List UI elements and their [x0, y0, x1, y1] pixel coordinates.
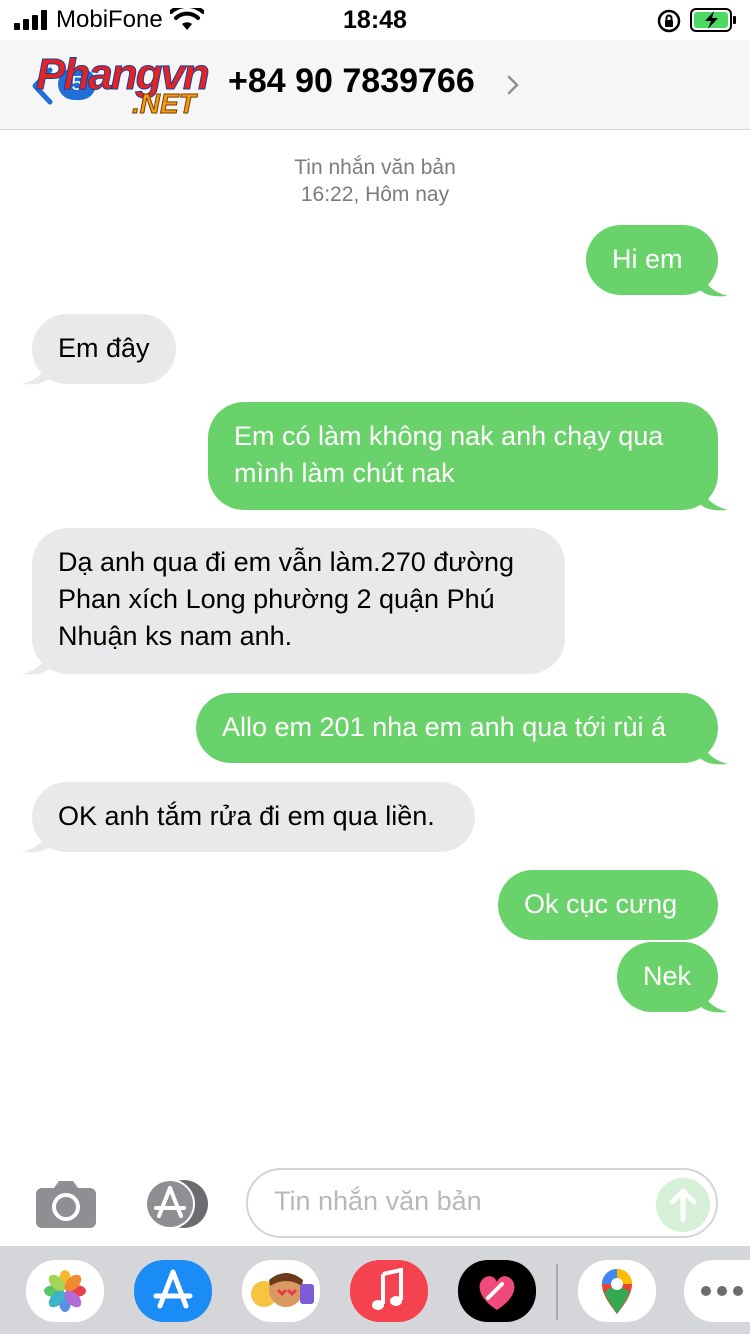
message-text: Allo em 201 nha em anh qua tới rùi á: [222, 712, 666, 742]
message-input[interactable]: Tin nhắn văn bản: [246, 1168, 718, 1238]
photos-flower-icon: [44, 1270, 86, 1312]
message-text-line: Dạ anh qua đi em vẫn làm.270 đường: [58, 547, 515, 577]
outgoing-message[interactable]: Ok cục cưng: [498, 870, 718, 940]
message-date-label: 16:22, Hôm nay: [300, 183, 450, 206]
bubble-tail: [22, 824, 50, 853]
message-text: Nek: [643, 961, 692, 991]
bubble-tail: [22, 356, 50, 385]
message-type-label: Tin nhắn văn bản: [294, 156, 456, 179]
chevron-right-icon[interactable]: [506, 74, 520, 96]
incoming-message[interactable]: OK anh tắm rửa đi em qua liền.: [32, 782, 475, 852]
outgoing-message[interactable]: Hi em: [586, 225, 718, 295]
more-apps-button[interactable]: [684, 1260, 750, 1322]
message-input-placeholder: Tin nhắn văn bản: [274, 1186, 482, 1216]
thread-timestamp: Tin nhắn văn bản 16:22, Hôm nay: [0, 154, 750, 208]
app-store-a-icon: [153, 1269, 193, 1309]
message-text: Ok cục cưng: [524, 889, 678, 919]
arrow-up-icon: [669, 1188, 697, 1223]
bubble-tail: [700, 268, 728, 297]
message-text-line: Phan xích Long phường 2 quận Phú: [58, 584, 495, 614]
camera-icon[interactable]: [34, 1178, 98, 1228]
dock-divider: [556, 1264, 558, 1320]
status-time: 18:48: [343, 6, 407, 34]
imessage-app-drawer: [0, 1246, 750, 1334]
status-bar: MobiFone 18:48: [0, 0, 750, 40]
maps-app-icon[interactable]: [578, 1260, 656, 1322]
incoming-message[interactable]: Em đây: [32, 314, 176, 384]
message-text: OK anh tắm rửa đi em qua liền.: [58, 801, 435, 831]
message-text-line: Nhuận ks nam anh.: [58, 621, 293, 651]
memoji-faces-icon: [251, 1273, 314, 1307]
more-dots-icon: [701, 1286, 743, 1296]
music-note-icon: [372, 1267, 403, 1310]
bubble-tail: [700, 482, 728, 511]
message-text-line: mình làm chút nak: [234, 458, 455, 488]
outgoing-message[interactable]: Allo em 201 nha em anh qua tới rùi á: [196, 693, 718, 763]
message-text: Em đây: [58, 333, 150, 363]
bubble-tail: [700, 984, 728, 1013]
app-store-app-icon[interactable]: [134, 1260, 212, 1322]
memoji-app-icon[interactable]: [242, 1260, 320, 1322]
digital-touch-app-icon[interactable]: [458, 1260, 536, 1322]
send-button[interactable]: [656, 1178, 710, 1232]
message-text: Hi em: [612, 244, 683, 274]
conversation-header: 5 Phangvn .NET +84 90 7839766: [0, 40, 750, 130]
incoming-message[interactable]: Dạ anh qua đi em vẫn làm.270 đường Phan …: [32, 528, 565, 674]
rotation-lock-icon: [657, 9, 681, 33]
bubble-tail: [700, 736, 728, 765]
bubble-tail: [22, 646, 50, 675]
contact-title[interactable]: +84 90 7839766: [228, 62, 475, 101]
outgoing-message[interactable]: Em có làm không nak anh chạy qua mình là…: [208, 402, 718, 510]
photos-app-icon[interactable]: [26, 1260, 104, 1322]
watermark-suffix: .NET: [132, 88, 197, 120]
map-pin-icon: [602, 1269, 632, 1314]
message-text-line: Em có làm không nak anh chạy qua: [234, 421, 664, 451]
battery-charging-icon: [690, 8, 736, 32]
music-app-icon[interactable]: [350, 1260, 428, 1322]
heart-icon: [479, 1276, 515, 1310]
app-store-icon[interactable]: [140, 1178, 212, 1230]
